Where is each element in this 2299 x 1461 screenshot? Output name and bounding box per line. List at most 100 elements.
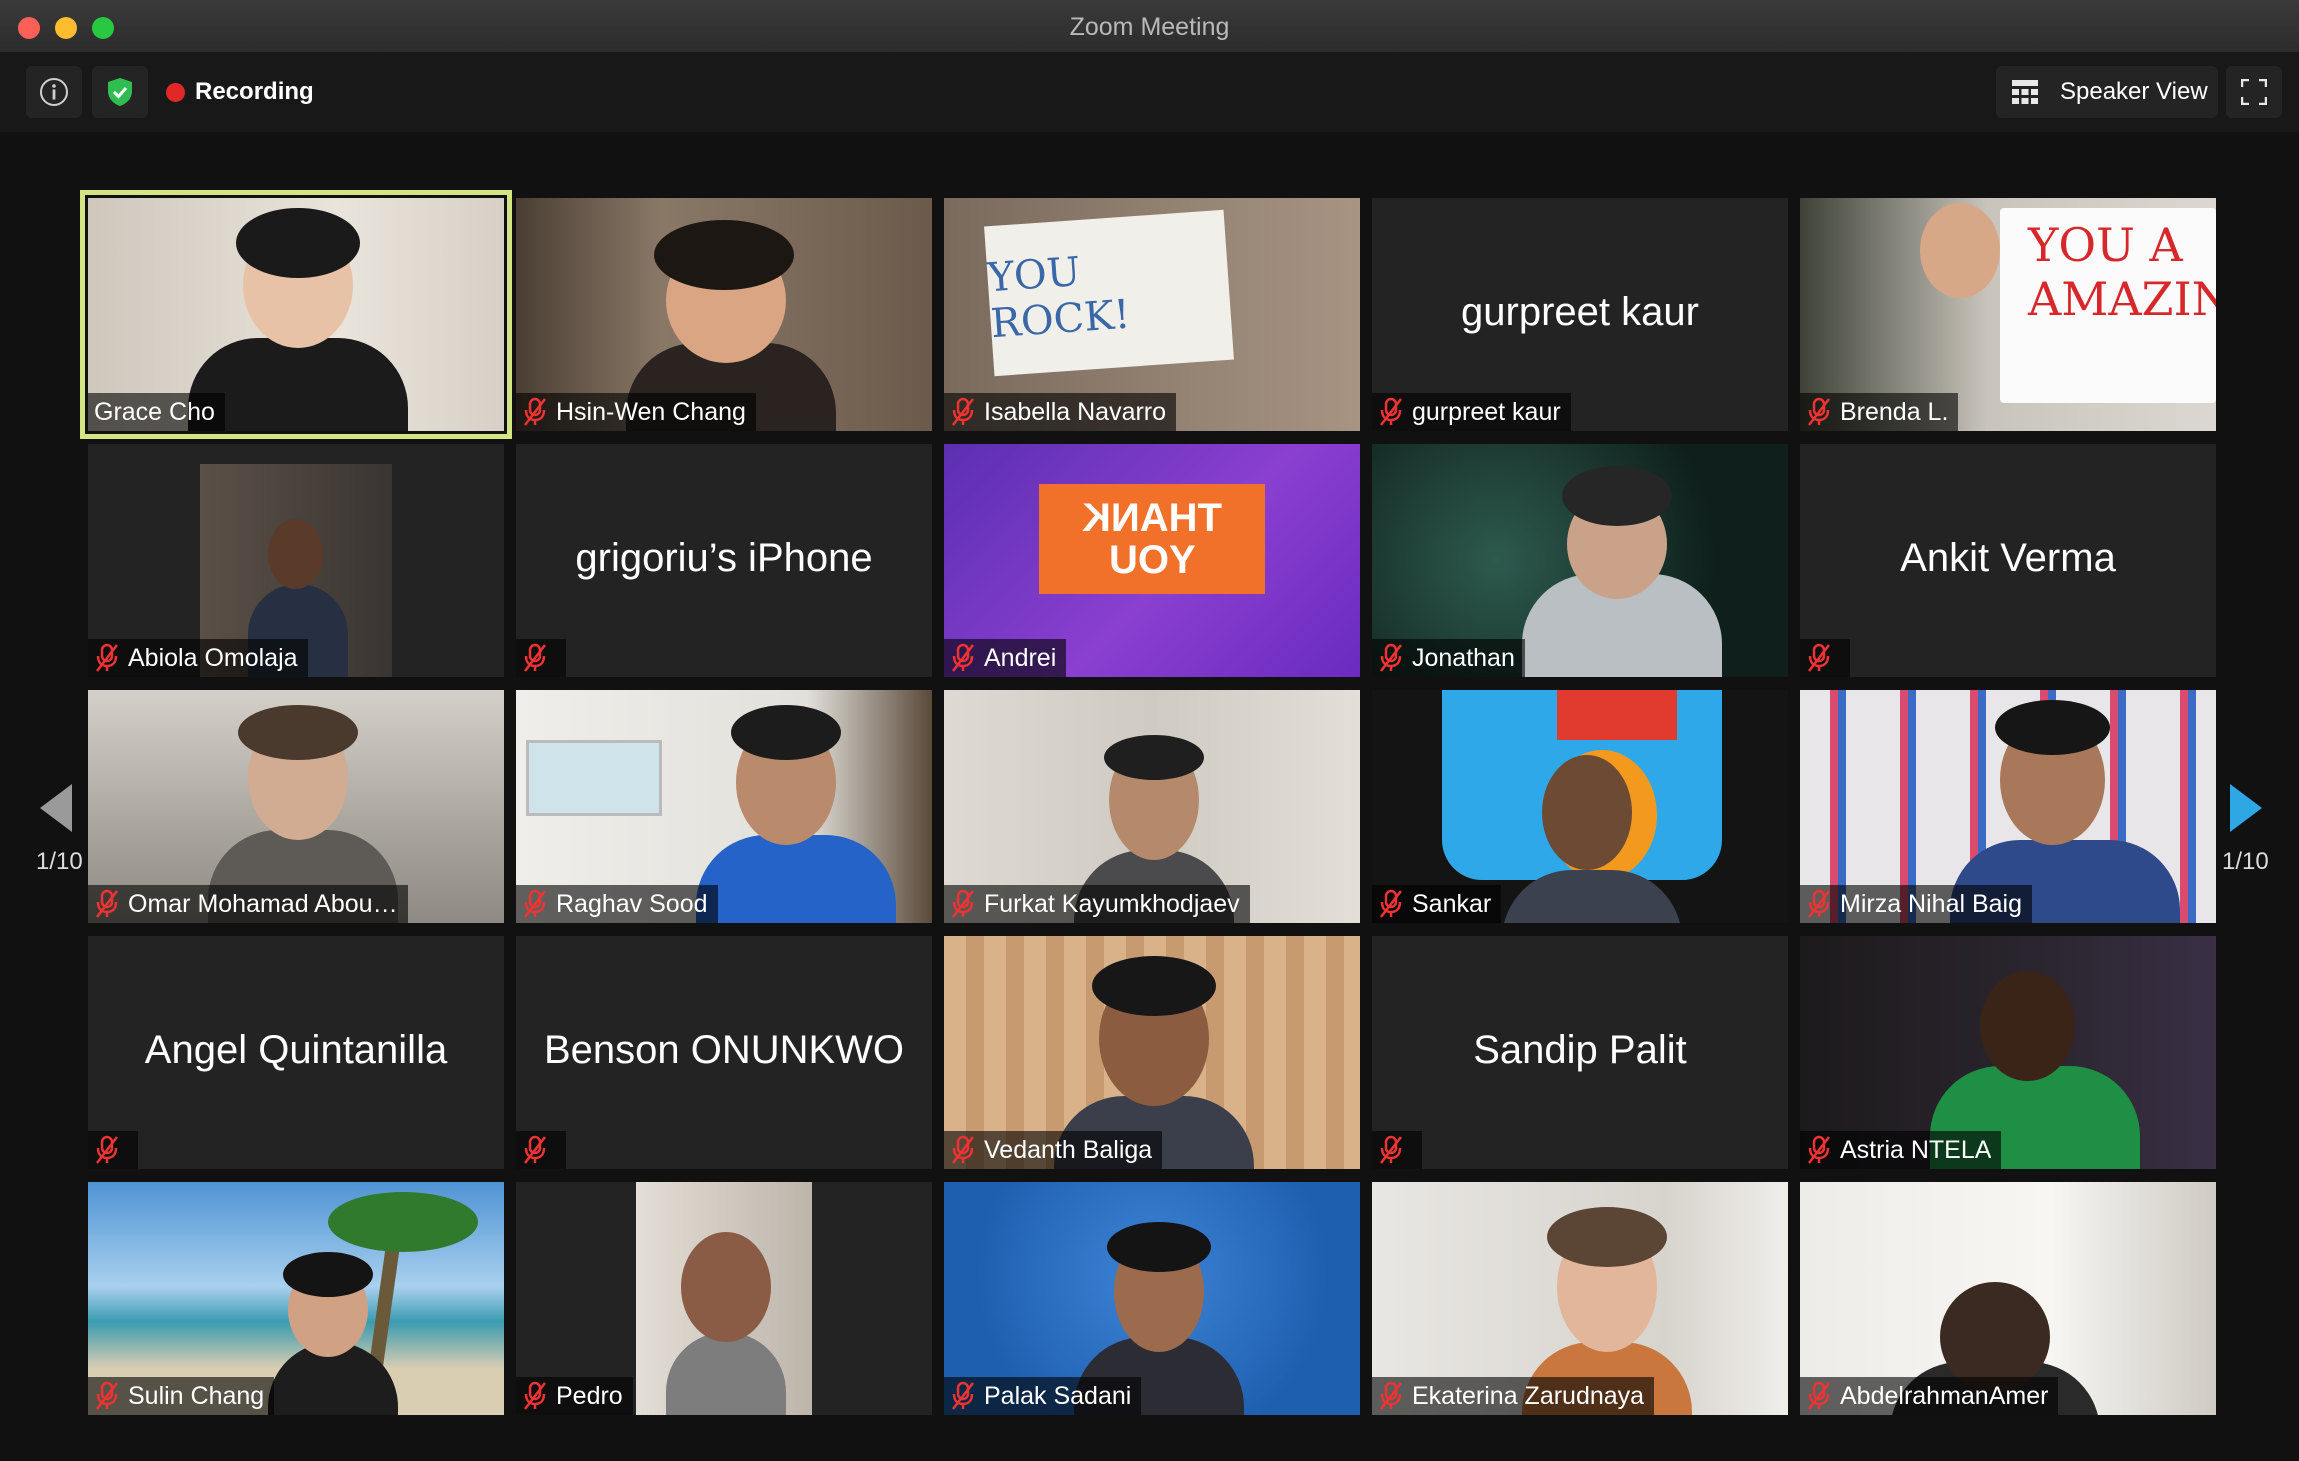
participant-name: Andrei (984, 643, 1057, 672)
participant-nameplate: Andrei (944, 639, 1067, 677)
muted-mic-icon (96, 1135, 118, 1164)
muted-mic-icon (1380, 889, 1402, 918)
participant-tile[interactable]: Angel Quintanilla (88, 936, 504, 1169)
muted-mic-icon (524, 1135, 546, 1164)
encryption-button[interactable] (92, 66, 148, 118)
participant-nameplate: Ekaterina Zarudnaya (1372, 1377, 1655, 1415)
participant-tile[interactable]: Sulin Chang (88, 1182, 504, 1415)
muted-mic-icon (96, 889, 118, 918)
participant-nameplate: Jonathan (1372, 639, 1525, 677)
meeting-info-button[interactable] (26, 66, 82, 118)
participant-tile[interactable]: Raghav Sood (516, 690, 932, 923)
participant-nameplate: Pedro (516, 1377, 633, 1415)
participant-name: Raghav Sood (556, 889, 708, 918)
participant-nameplate (88, 1131, 138, 1169)
participant-name: Omar Mohamad Abou… (128, 889, 398, 918)
muted-mic-icon (1808, 1135, 1830, 1164)
page-indicator-left: 1/10 (36, 848, 83, 875)
participant-name: Mirza Nihal Baig (1840, 889, 2023, 918)
participant-name: Astria NTELA (1840, 1135, 1992, 1164)
page-indicator-right: 1/10 (2222, 848, 2269, 875)
participant-tile[interactable]: Hsin-Wen Chang (516, 198, 932, 431)
participant-display-name: Ankit Verma (1900, 536, 2116, 580)
participant-nameplate (1800, 639, 1850, 677)
participant-tile[interactable]: Abiola Omolaja (88, 444, 504, 677)
muted-mic-icon (1380, 1381, 1402, 1410)
participant-nameplate: Isabella Navarro (944, 393, 1177, 431)
participant-tile[interactable]: Furkat Kayumkhodjaev (944, 690, 1360, 923)
next-page-arrow-icon[interactable] (2228, 782, 2264, 834)
participant-tile[interactable]: grigoriu’s iPhone (516, 444, 932, 677)
participant-nameplate: Raghav Sood (516, 885, 718, 923)
participant-nameplate: Grace Cho (88, 393, 225, 431)
participant-nameplate (1372, 1131, 1422, 1169)
muted-mic-icon (524, 397, 546, 426)
participant-nameplate: Omar Mohamad Abou… (88, 885, 408, 923)
participant-name: Hsin-Wen Chang (556, 397, 746, 426)
participant-name: gurpreet kaur (1412, 397, 1561, 426)
previous-page-arrow-icon[interactable] (38, 782, 74, 834)
participant-nameplate: Vedanth Baliga (944, 1131, 1163, 1169)
participant-name: Palak Sadani (984, 1381, 1132, 1410)
muted-mic-icon (96, 643, 118, 672)
participant-name: Abiola Omolaja (128, 643, 298, 672)
participant-name: Jonathan (1412, 643, 1515, 672)
grid-view-icon (2012, 80, 2038, 104)
muted-mic-icon (952, 643, 974, 672)
window-title: Zoom Meeting (1069, 13, 1230, 41)
participant-name: Isabella Navarro (984, 397, 1167, 426)
participant-display-name: grigoriu’s iPhone (575, 536, 873, 580)
muted-mic-icon (524, 1381, 546, 1410)
info-icon (40, 78, 68, 106)
fullscreen-button[interactable] (2226, 66, 2282, 118)
participant-tile[interactable]: YOU ROCK! Isabella Navarro (944, 198, 1360, 431)
gallery-grid: Grace Cho Hsin-Wen Chang YOU ROCK! Isabe… (80, 190, 2218, 1415)
muted-mic-icon (1808, 1381, 1830, 1410)
participant-tile[interactable]: Astria NTELA (1800, 936, 2216, 1169)
participant-nameplate: Furkat Kayumkhodjaev (944, 885, 1250, 923)
participant-nameplate: Abiola Omolaja (88, 639, 308, 677)
muted-mic-icon (1380, 1135, 1402, 1164)
participant-tile[interactable]: Vedanth Baliga (944, 936, 1360, 1169)
participant-display-name: gurpreet kaur (1461, 290, 1699, 334)
participant-tile[interactable]: AbdelrahmanAmer (1800, 1182, 2216, 1415)
recording-dot-icon (166, 82, 185, 102)
participant-name: Sankar (1412, 889, 1492, 918)
participant-display-name: Angel Quintanilla (144, 1028, 448, 1072)
title-bar: Zoom Meeting (0, 0, 2299, 53)
participant-tile[interactable]: gurpreet kaur gurpreet kaur (1372, 198, 1788, 431)
muted-mic-icon (1808, 397, 1830, 426)
muted-mic-icon (524, 643, 546, 672)
participant-tile[interactable]: Ankit Verma (1800, 444, 2216, 677)
participant-nameplate: Mirza Nihal Baig (1800, 885, 2033, 923)
participant-name: AbdelrahmanAmer (1840, 1381, 2049, 1410)
participant-tile[interactable]: Benson ONUNKWO (516, 936, 932, 1169)
participant-display-name: Sandip Palit (1473, 1028, 1687, 1072)
participant-tile[interactable]: Sankar (1372, 690, 1788, 923)
participant-name: Vedanth Baliga (984, 1135, 1153, 1164)
participant-name: Brenda L. (1840, 397, 1949, 426)
participant-nameplate: Sankar (1372, 885, 1502, 923)
participant-tile[interactable]: YOU A AMAZIN Brenda L. (1800, 198, 2216, 431)
participant-tile[interactable]: Mirza Nihal Baig (1800, 690, 2216, 923)
participant-name: Grace Cho (94, 397, 215, 426)
participant-tile[interactable]: Palak Sadani (944, 1182, 1360, 1415)
muted-mic-icon (1808, 889, 1830, 918)
participant-nameplate: Brenda L. (1800, 393, 1959, 431)
participant-tile[interactable]: THANK YOU Andrei (944, 444, 1360, 677)
fullscreen-icon (2241, 79, 2267, 105)
participant-tile[interactable]: Sandip Palit (1372, 936, 1788, 1169)
participant-nameplate: Sulin Chang (88, 1377, 275, 1415)
speaker-view-button[interactable]: Speaker View (1996, 66, 2218, 118)
participant-name: Pedro (556, 1381, 623, 1410)
participant-nameplate: Palak Sadani (944, 1377, 1142, 1415)
participant-tile[interactable]: Jonathan (1372, 444, 1788, 677)
shield-check-icon (108, 78, 132, 106)
participant-tile[interactable]: Pedro (516, 1182, 932, 1415)
participant-nameplate: AbdelrahmanAmer (1800, 1377, 2059, 1415)
muted-mic-icon (1380, 643, 1402, 672)
recording-indicator[interactable]: Recording (166, 78, 314, 106)
participant-tile[interactable]: Grace Cho (80, 190, 512, 439)
participant-tile[interactable]: Ekaterina Zarudnaya (1372, 1182, 1788, 1415)
participant-tile[interactable]: Omar Mohamad Abou… (88, 690, 504, 923)
